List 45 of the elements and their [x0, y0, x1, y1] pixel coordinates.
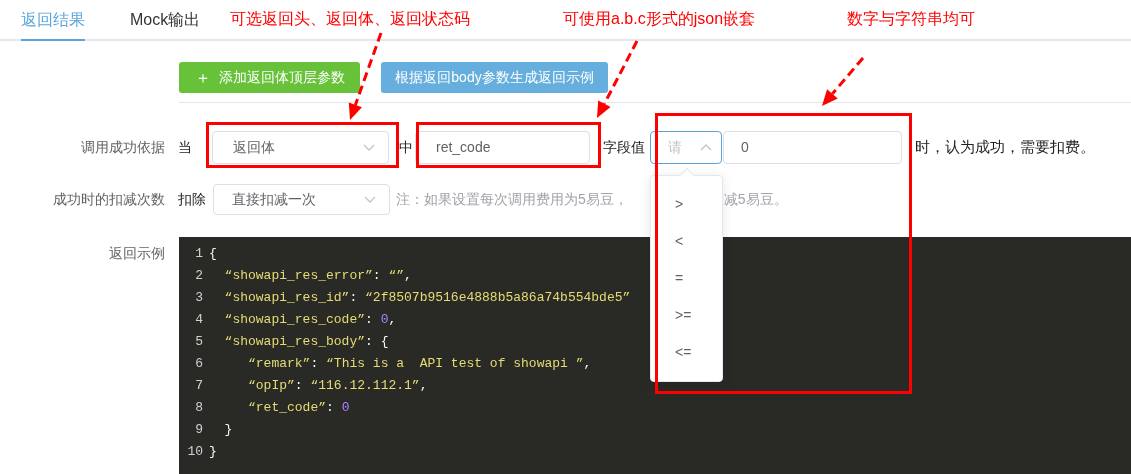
dropdown-option[interactable]: > — [651, 186, 722, 223]
line-number: 7 — [194, 377, 204, 396]
code-line: “showapi_res_body”: { — [223, 333, 389, 352]
note-text: 减5易豆。 — [723, 190, 788, 209]
line-number: 8 — [194, 399, 204, 418]
dropdown-option[interactable]: >= — [651, 297, 722, 334]
code-line: “showapi_res_error”: “”, — [223, 267, 412, 286]
text: 扣除 — [178, 190, 206, 209]
line-number: 4 — [194, 311, 204, 330]
annotation-text: 可使用a.b.c形式的json嵌套 — [563, 9, 756, 29]
text: 中 — [399, 138, 413, 157]
line-number: 5 — [194, 333, 204, 352]
line-number: 6 — [194, 355, 204, 374]
arrow — [822, 57, 865, 106]
code-line: “opIp”: “116.12.112.1”, — [247, 377, 428, 396]
dropdown-option[interactable]: < — [651, 223, 722, 260]
line-number: 2 — [194, 267, 204, 286]
field-label: 成功时的扣减次数 — [53, 190, 165, 209]
dropdown-option[interactable]: = — [651, 260, 722, 297]
code-line: } — [209, 443, 217, 462]
text: 字段值 — [603, 138, 645, 157]
code-line: “showapi_res_id”: “2f8507b9516e4888b5a86a74b554bde5” — [223, 289, 631, 308]
line-number: 10 — [186, 443, 204, 462]
annotation-text: 可选返回头、返回体、返回状态码 — [230, 9, 470, 29]
field-label: 返回示例 — [109, 244, 165, 263]
code-line: } — [223, 421, 233, 440]
annotation-text: 数字与字符串均可 — [847, 9, 975, 29]
text: 时，认为成功，需要扣费。 — [915, 137, 1095, 158]
line-number: 9 — [194, 421, 204, 440]
text: 当 — [178, 138, 192, 157]
note-text: 注：如果设置每次调用费用为5易豆， — [396, 190, 628, 209]
code-line: “ret_code”: 0 — [247, 399, 350, 418]
field-label: 调用成功依据 — [81, 138, 165, 157]
dropdown-option[interactable]: <= — [651, 334, 722, 371]
deduction-select[interactable]: 直接扣减一次 — [213, 184, 390, 215]
tab[interactable]: Mock输出 — [130, 0, 201, 41]
code-line: “remark”: “This is a API test of showapi ”, — [247, 355, 592, 374]
code-line: { — [209, 245, 217, 264]
code-editor[interactable] — [179, 237, 1131, 474]
code-line: “showapi_res_code”: 0, — [223, 311, 397, 330]
line-number: 1 — [194, 245, 204, 264]
field-input[interactable]: ret_code — [415, 131, 590, 164]
value-input[interactable]: 0 — [723, 131, 902, 164]
line-number: 3 — [194, 289, 204, 308]
source-select[interactable]: 返回体 — [212, 131, 389, 164]
